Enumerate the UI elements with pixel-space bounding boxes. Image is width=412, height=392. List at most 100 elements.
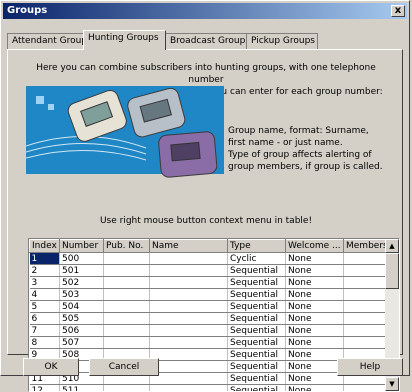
table-cell[interactable] — [150, 265, 228, 277]
table-cell[interactable] — [344, 301, 386, 313]
column-header-welcome[interactable]: Welcome ... — [286, 240, 344, 253]
table-row[interactable]: 7506 SequentialNone — [30, 325, 386, 337]
column-header-pub-no[interactable]: Pub. No. — [104, 240, 150, 253]
table-cell[interactable]: Sequential — [228, 385, 286, 392]
scroll-up-button[interactable]: ▲ — [385, 239, 399, 253]
table-cell[interactable] — [150, 325, 228, 337]
table-cell[interactable] — [344, 385, 386, 392]
table-cell[interactable]: Sequential — [228, 265, 286, 277]
table-cell[interactable] — [150, 277, 228, 289]
table-cell[interactable]: Sequential — [228, 313, 286, 325]
scroll-thumb[interactable] — [385, 253, 399, 289]
table-cell[interactable] — [150, 313, 228, 325]
table-row[interactable]: 11510SequentialNone — [30, 373, 386, 385]
table-row[interactable]: 1500 CyclicNone — [30, 253, 386, 265]
table-cell[interactable] — [150, 289, 228, 301]
table-cell[interactable] — [150, 301, 228, 313]
table-cell[interactable]: 12 — [30, 385, 60, 392]
tab-broadcast-groups[interactable]: Broadcast Groups — [165, 33, 247, 49]
table-row[interactable]: 9508SequentialNone — [30, 349, 386, 361]
table-cell[interactable]: Sequential — [228, 277, 286, 289]
table-cell[interactable]: None — [286, 313, 344, 325]
table-cell[interactable]: 3 — [30, 277, 60, 289]
table-cell[interactable]: Sequential — [228, 361, 286, 373]
table-cell[interactable]: 502 — [60, 277, 104, 289]
table-cell[interactable]: 511 — [60, 385, 104, 392]
table-cell[interactable]: 8 — [30, 337, 60, 349]
table-cell[interactable] — [104, 385, 150, 392]
table-cell[interactable]: 501 — [60, 265, 104, 277]
table-row[interactable]: 8507 SequentialNone — [30, 337, 386, 349]
table-cell[interactable]: 6 — [30, 313, 60, 325]
table-row[interactable]: 2501 SequentialNone — [30, 265, 386, 277]
table-cell[interactable]: None — [286, 289, 344, 301]
table-cell[interactable]: None — [286, 361, 344, 373]
table-cell[interactable] — [344, 313, 386, 325]
table-cell[interactable]: None — [286, 301, 344, 313]
table-cell[interactable] — [104, 277, 150, 289]
table-row[interactable]: 5504 SequentialNone — [30, 301, 386, 313]
table-cell[interactable] — [104, 265, 150, 277]
table-row[interactable]: 3502 SequentialNone — [30, 277, 386, 289]
table-cell[interactable] — [344, 253, 386, 265]
column-header-name[interactable]: Name — [150, 240, 228, 253]
table-cell[interactable]: None — [286, 253, 344, 265]
table-cell[interactable]: None — [286, 349, 344, 361]
close-button[interactable]: x — [391, 5, 405, 17]
table-cell[interactable]: None — [286, 265, 344, 277]
table-cell[interactable]: 505 — [60, 313, 104, 325]
table-cell[interactable] — [150, 349, 228, 361]
table-cell[interactable]: 7 — [30, 325, 60, 337]
table-cell[interactable]: 506 — [60, 325, 104, 337]
table-cell[interactable] — [344, 325, 386, 337]
table-cell[interactable]: 504 — [60, 301, 104, 313]
table-cell[interactable]: 5 — [30, 301, 60, 313]
table-cell[interactable]: None — [286, 373, 344, 385]
table-cell[interactable] — [104, 301, 150, 313]
table-cell[interactable]: Cyclic — [228, 253, 286, 265]
table-cell[interactable]: 2 — [30, 265, 60, 277]
table-cell[interactable] — [150, 253, 228, 265]
column-header-number[interactable]: Number — [60, 240, 104, 253]
table-cell[interactable]: Sequential — [228, 289, 286, 301]
table-cell[interactable]: 500 — [60, 253, 104, 265]
table-row[interactable]: 6505 SequentialNone — [30, 313, 386, 325]
table-cell[interactable]: Sequential — [228, 349, 286, 361]
table-cell[interactable] — [344, 265, 386, 277]
table-cell[interactable] — [104, 325, 150, 337]
tab-hunting-groups[interactable]: Hunting Groups — [83, 30, 166, 50]
scroll-down-button[interactable]: ▼ — [385, 377, 399, 391]
table-cell[interactable]: None — [286, 337, 344, 349]
table-cell[interactable] — [150, 337, 228, 349]
table-cell[interactable]: Sequential — [228, 373, 286, 385]
tab-pickup-groups[interactable]: Pickup Groups — [246, 33, 318, 49]
table-cell[interactable] — [150, 385, 228, 392]
table-cell[interactable] — [150, 361, 228, 373]
table-cell[interactable]: 507 — [60, 337, 104, 349]
table-cell[interactable]: None — [286, 277, 344, 289]
table-row[interactable]: 12511 SequentialNone — [30, 385, 386, 392]
table-cell[interactable] — [150, 373, 228, 385]
table-cell[interactable] — [104, 253, 150, 265]
column-header-type[interactable]: Type — [228, 240, 286, 253]
table-cell[interactable] — [344, 289, 386, 301]
table-cell[interactable] — [104, 313, 150, 325]
help-button[interactable]: Help — [337, 358, 403, 376]
table-cell[interactable]: None — [286, 385, 344, 392]
table-cell[interactable]: 4 — [30, 289, 60, 301]
table-cell[interactable] — [344, 337, 386, 349]
ok-button[interactable]: OK — [23, 358, 79, 376]
cancel-button[interactable]: Cancel — [89, 358, 159, 376]
table-cell[interactable]: None — [286, 325, 344, 337]
table-row[interactable]: 4503 SequentialNone — [30, 289, 386, 301]
table-cell[interactable]: Sequential — [228, 337, 286, 349]
table-cell[interactable]: 1 — [30, 253, 60, 265]
table-cell[interactable] — [104, 289, 150, 301]
table-cell[interactable] — [104, 337, 150, 349]
table-cell[interactable]: 503 — [60, 289, 104, 301]
table-cell[interactable] — [344, 277, 386, 289]
table-cell[interactable]: Sequential — [228, 325, 286, 337]
tab-attendant-groups[interactable]: Attendant Groups — [7, 33, 85, 49]
table-cell[interactable]: Sequential — [228, 301, 286, 313]
column-header-index[interactable]: Index — [30, 240, 60, 253]
